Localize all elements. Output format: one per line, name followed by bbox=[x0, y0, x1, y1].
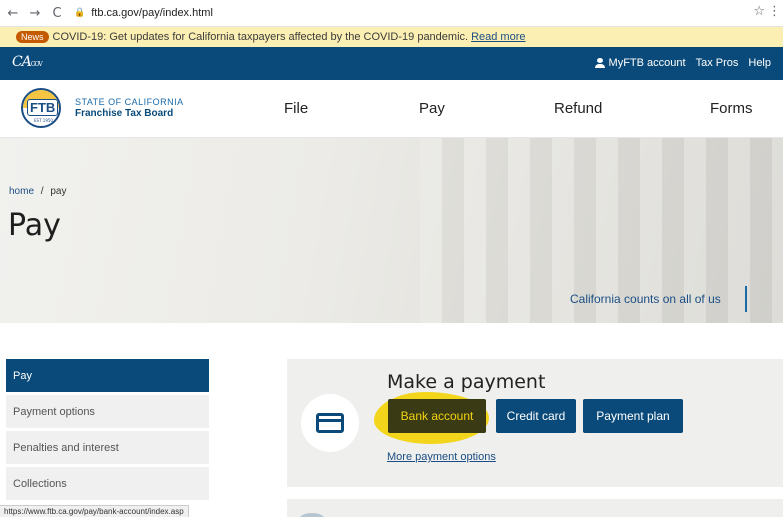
make-payment-heading: Make a payment bbox=[387, 371, 546, 393]
ca-gov-logo[interactable]: CAGOV bbox=[12, 54, 43, 70]
breadcrumb: home / pay bbox=[9, 186, 66, 197]
page-title: Pay bbox=[8, 208, 61, 243]
myftb-account-link[interactable]: MyFTB account bbox=[594, 57, 686, 69]
tagline-divider bbox=[745, 286, 747, 312]
credit-card-icon bbox=[316, 413, 344, 433]
breadcrumb-separator: / bbox=[40, 186, 44, 197]
sidebar-item-pay[interactable]: Pay bbox=[6, 359, 209, 392]
browser-toolbar: ← → C 🔒 ftb.ca.gov/pay/index.html ☆ ⋮ bbox=[0, 0, 783, 27]
nav-refund[interactable]: Refund bbox=[554, 100, 602, 117]
sidebar-nav: Pay Payment options Penalties and intere… bbox=[6, 359, 209, 503]
ftb-logo[interactable]: FTB EST 1950 bbox=[21, 88, 61, 128]
address-bar[interactable]: ftb.ca.gov/pay/index.html bbox=[91, 7, 213, 19]
hero-banner: home / pay Pay California counts on all … bbox=[0, 138, 783, 323]
utility-bar: CAGOV MyFTB account Tax Pros Help bbox=[0, 47, 783, 80]
agency-name[interactable]: STATE OF CALIFORNIA Franchise Tax Board bbox=[75, 96, 184, 120]
next-panel-icon bbox=[300, 513, 324, 517]
person-icon bbox=[594, 58, 605, 68]
main-header: FTB EST 1950 STATE OF CALIFORNIA Franchi… bbox=[0, 80, 783, 138]
tagline: California counts on all of us bbox=[570, 292, 721, 306]
read-more-link[interactable]: Read more bbox=[471, 31, 525, 43]
lock-icon: 🔒 bbox=[74, 8, 86, 18]
news-badge: News bbox=[16, 31, 49, 43]
forward-icon[interactable]: → bbox=[24, 2, 46, 24]
nav-pay[interactable]: Pay bbox=[419, 100, 445, 117]
credit-card-button[interactable]: Credit card bbox=[496, 399, 576, 433]
payment-plan-button[interactable]: Payment plan bbox=[583, 399, 683, 433]
tax-pros-link[interactable]: Tax Pros bbox=[696, 57, 739, 69]
status-bar-url: https://www.ftb.ca.gov/pay/bank-account/… bbox=[0, 505, 189, 517]
news-banner: News COVID-19: Get updates for Californi… bbox=[0, 27, 783, 47]
news-text: COVID-19: Get updates for California tax… bbox=[52, 31, 469, 43]
sidebar-item-payment-options[interactable]: Payment options bbox=[6, 395, 209, 428]
sidebar-item-penalties-and-interest[interactable]: Penalties and interest bbox=[6, 431, 209, 464]
more-payment-options-link[interactable]: More payment options bbox=[387, 451, 496, 463]
bank-account-button[interactable]: Bank account bbox=[388, 399, 486, 433]
breadcrumb-current: pay bbox=[50, 186, 67, 197]
nav-forms[interactable]: Forms bbox=[710, 100, 753, 117]
nav-file[interactable]: File bbox=[284, 100, 308, 117]
reload-icon[interactable]: C bbox=[46, 2, 68, 24]
sidebar-item-collections[interactable]: Collections bbox=[6, 467, 209, 500]
make-payment-panel: Make a payment Bank account Credit card … bbox=[287, 359, 783, 487]
help-link[interactable]: Help bbox=[748, 57, 771, 69]
next-panel bbox=[287, 499, 783, 517]
browser-menu-icon[interactable]: ⋮ bbox=[768, 4, 781, 19]
breadcrumb-home-link[interactable]: home bbox=[9, 186, 34, 197]
bookmark-star-icon[interactable]: ☆ bbox=[753, 4, 765, 19]
back-icon[interactable]: ← bbox=[2, 2, 24, 24]
card-icon-circle bbox=[301, 394, 359, 452]
